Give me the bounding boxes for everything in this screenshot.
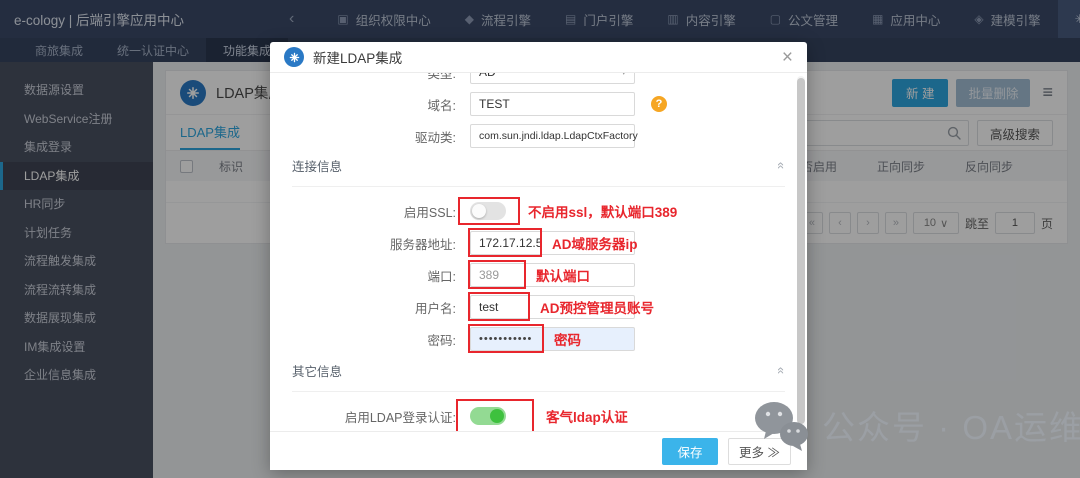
field-label: 启用SSL: xyxy=(403,205,456,220)
annotation-text: AD预控管理员账号 xyxy=(540,301,654,316)
form-row-server: 服务器地址: 172.17.12.5 AD域服务器ip xyxy=(270,228,807,257)
modal-body: 类型: AD ▾ 域名: TEST ? 驱动类: com.sun.jndi.ld… xyxy=(270,73,807,431)
annotation-text: 不启用ssl，默认端口389 xyxy=(528,205,678,220)
wechat-icon xyxy=(755,402,808,451)
watermark: 公众号 · OA运维 xyxy=(752,398,1080,452)
driver-class-input[interactable]: com.sun.jndi.ldap.LdapCtxFactory xyxy=(470,124,638,148)
save-button[interactable]: 保存 xyxy=(662,437,719,465)
form-row-driver: 驱动类: com.sun.jndi.ldap.LdapCtxFactory xyxy=(270,124,807,148)
section-divider xyxy=(292,391,785,392)
section-title: 连接信息 xyxy=(292,160,343,174)
type-select-value: AD xyxy=(479,73,496,79)
annotation-text: AD域服务器ip xyxy=(552,237,638,252)
collapse-section-icon[interactable]: « xyxy=(774,367,789,374)
annotation-text: 客气ldap认证 xyxy=(546,410,628,425)
close-icon[interactable]: × xyxy=(782,48,793,67)
form-row-port: 端口: 389 默认端口 xyxy=(270,260,807,289)
integration-badge-icon xyxy=(284,47,304,67)
form-row-type: 类型: AD ▾ xyxy=(270,73,807,84)
watermark-text: 公众号 · OA运维 xyxy=(822,409,1080,446)
annotation-text: 密码 xyxy=(554,333,581,348)
section-connection-info: 连接信息 « xyxy=(270,156,807,187)
section-other-info: 其它信息 « xyxy=(270,361,807,392)
form-row-password: 密码: ••••••••••• 密码 xyxy=(270,324,807,353)
password-input[interactable]: ••••••••••• xyxy=(470,327,635,351)
help-icon[interactable]: ? xyxy=(651,96,667,112)
field-label: 用户名: xyxy=(415,301,456,316)
type-select[interactable]: AD ▾ xyxy=(470,73,635,84)
ssl-toggle[interactable] xyxy=(470,202,506,220)
field-label: 启用LDAP登录认证: xyxy=(344,410,456,425)
modal-scrollbar[interactable] xyxy=(797,76,805,428)
collapse-section-icon[interactable]: « xyxy=(774,162,789,169)
form-row-username: 用户名: test AD预控管理员账号 xyxy=(270,292,807,321)
annotation-text: 默认端口 xyxy=(536,269,590,284)
field-label: 端口: xyxy=(427,269,456,284)
section-divider xyxy=(292,186,785,187)
domain-input[interactable]: TEST xyxy=(470,92,635,116)
new-ldap-modal: 新建LDAP集成 × 类型: AD ▾ 域名: TEST ? 驱动类: com.… xyxy=(270,42,807,470)
form-row-domain: 域名: TEST ? xyxy=(270,92,807,116)
modal-footer: 保存 更多 ≫ xyxy=(270,431,807,470)
form-row-ldap-auth: 启用LDAP登录认证: 客气ldap认证 xyxy=(270,399,807,431)
field-label: 驱动类: xyxy=(415,130,456,145)
modal-header: 新建LDAP集成 × xyxy=(270,42,807,73)
form-row-ssl: 启用SSL: 不启用ssl，默认端口389 xyxy=(270,197,807,225)
modal-title: 新建LDAP集成 xyxy=(313,51,403,66)
section-title: 其它信息 xyxy=(292,365,343,379)
select-caret-icon: ▾ xyxy=(621,73,626,78)
field-label: 域名: xyxy=(427,98,456,113)
field-label: 服务器地址: xyxy=(390,237,456,252)
ldap-auth-toggle[interactable] xyxy=(470,407,506,425)
scrollbar-thumb[interactable] xyxy=(797,78,805,424)
field-label: 类型: xyxy=(427,73,456,81)
field-label: 密码: xyxy=(427,333,456,348)
